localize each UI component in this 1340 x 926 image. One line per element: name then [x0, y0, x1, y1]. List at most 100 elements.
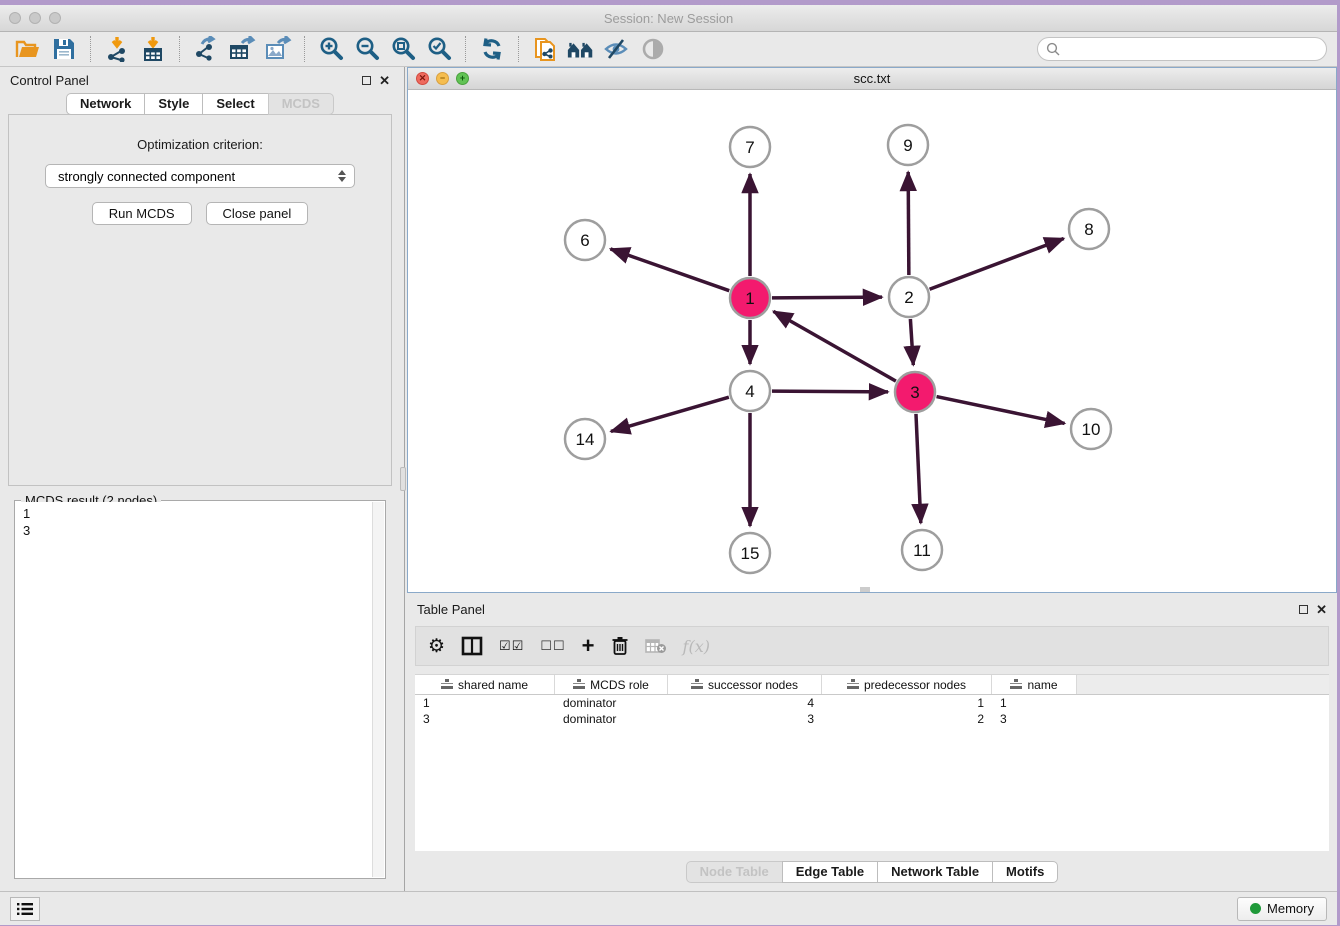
duplicate-network-icon[interactable]	[530, 35, 560, 63]
window-resize-grip[interactable]	[860, 587, 870, 592]
table-float-panel-icon[interactable]	[1299, 605, 1308, 614]
graph-edge-4-3[interactable]	[772, 391, 888, 392]
graph-edge-3-11[interactable]	[916, 414, 921, 523]
svg-text:1: 1	[745, 289, 754, 308]
export-network-icon[interactable]	[191, 35, 221, 63]
export-image-icon[interactable]	[263, 35, 293, 63]
tab-edge-table[interactable]: Edge Table	[782, 861, 878, 883]
splitter-grip[interactable]	[400, 467, 406, 491]
search-field[interactable]	[1037, 37, 1327, 61]
tab-style[interactable]: Style	[144, 93, 203, 115]
network-window-titlebar[interactable]: ✕ − + scc.txt	[408, 68, 1336, 90]
refresh-icon[interactable]	[477, 35, 507, 63]
column-header-MCDS-role[interactable]: MCDS role	[555, 675, 668, 694]
graph-node-9[interactable]: 9	[888, 125, 928, 165]
show-all-icon[interactable]	[638, 35, 668, 63]
zoom-selected-icon[interactable]	[424, 35, 454, 63]
delete-column-trash-icon[interactable]	[611, 632, 629, 660]
graph-edge-2-8[interactable]	[930, 239, 1064, 290]
run-mcds-button[interactable]: Run MCDS	[92, 202, 192, 225]
table-cell[interactable]: 3	[992, 711, 1077, 727]
tab-network-table[interactable]: Network Table	[877, 861, 993, 883]
graph-node-10[interactable]: 10	[1071, 409, 1111, 449]
mcds-result-list[interactable]: 13	[16, 502, 372, 877]
mcds-result-item: 1	[23, 505, 365, 522]
graph-edge-2-3[interactable]	[910, 319, 913, 365]
table-cell[interactable]: 3	[668, 711, 822, 727]
zoom-in-icon[interactable]	[316, 35, 346, 63]
window-title: Session: New Session	[0, 11, 1337, 26]
column-label: successor nodes	[708, 678, 798, 692]
column-header-shared-name[interactable]: shared name	[415, 675, 555, 694]
import-network-icon[interactable]	[102, 35, 132, 63]
deselect-all-icon[interactable]: ☐☐	[540, 632, 565, 660]
table-cell[interactable]: 1	[992, 695, 1077, 711]
mcds-panel: Optimization criterion: strongly connect…	[8, 114, 392, 486]
table-row[interactable]: 1dominator411	[415, 695, 1329, 711]
close-panel-button[interactable]: Close panel	[206, 202, 309, 225]
graph-node-7[interactable]: 7	[730, 127, 770, 167]
tab-node-table[interactable]: Node Table	[686, 861, 783, 883]
graph-edge-2-9[interactable]	[908, 172, 909, 275]
result-scrollbar[interactable]	[372, 502, 384, 877]
memory-button[interactable]: Memory	[1237, 897, 1327, 921]
show-columns-icon[interactable]	[461, 632, 483, 660]
hide-selected-icon[interactable]	[602, 35, 632, 63]
graph-edge-4-14[interactable]	[611, 397, 729, 431]
graph-node-4[interactable]: 4	[730, 371, 770, 411]
svg-text:15: 15	[741, 544, 760, 563]
mcds-result-item: 3	[23, 522, 365, 539]
graph-node-11[interactable]: 11	[902, 530, 942, 570]
graph-edge-3-1[interactable]	[773, 311, 895, 381]
export-table-icon[interactable]	[227, 35, 257, 63]
graph-node-6[interactable]: 6	[565, 220, 605, 260]
zoom-out-icon[interactable]	[352, 35, 382, 63]
column-type-icon	[573, 679, 585, 690]
graph-edge-3-10[interactable]	[937, 397, 1065, 424]
table-close-panel-icon[interactable]: ✕	[1316, 605, 1327, 614]
header-filler	[1077, 675, 1329, 694]
save-session-icon[interactable]	[49, 35, 79, 63]
network-graph[interactable]: 7 9 6 8 1 2 4 3 14 10 15 11	[408, 90, 1336, 592]
table-cell[interactable]: 1	[415, 695, 555, 711]
network-canvas[interactable]: 7 9 6 8 1 2 4 3 14 10 15 11	[408, 90, 1336, 592]
open-file-icon[interactable]	[13, 35, 43, 63]
float-panel-icon[interactable]	[362, 76, 371, 85]
search-input[interactable]	[1065, 42, 1318, 56]
table-cell[interactable]: dominator	[555, 711, 668, 727]
column-header-predecessor-nodes[interactable]: predecessor nodes	[822, 675, 992, 694]
select-all-icon[interactable]: ☑☑	[499, 632, 524, 660]
svg-text:3: 3	[910, 383, 919, 402]
tab-motifs[interactable]: Motifs	[992, 861, 1058, 883]
table-settings-gear-icon[interactable]: ⚙	[428, 632, 445, 660]
table-cell[interactable]: 1	[822, 695, 992, 711]
table-cell[interactable]: 2	[822, 711, 992, 727]
table-panel: Table Panel ✕ ⚙ ☑☑ ☐☐ +	[407, 596, 1337, 891]
column-label: shared name	[458, 678, 528, 692]
table-row[interactable]: 3dominator323	[415, 711, 1329, 727]
task-history-button[interactable]	[10, 897, 40, 921]
create-column-icon[interactable]: +	[582, 632, 595, 660]
column-header-name[interactable]: name	[992, 675, 1077, 694]
tab-select[interactable]: Select	[202, 93, 268, 115]
criterion-select[interactable]: strongly connected component	[45, 164, 355, 188]
table-cell[interactable]: dominator	[555, 695, 668, 711]
graph-node-15[interactable]: 15	[730, 533, 770, 573]
table-cell[interactable]: 3	[415, 711, 555, 727]
zoom-fit-icon[interactable]	[388, 35, 418, 63]
table-cell[interactable]: 4	[668, 695, 822, 711]
tab-mcds[interactable]: MCDS	[268, 93, 334, 115]
column-header-successor-nodes[interactable]: successor nodes	[668, 675, 822, 694]
graph-edge-1-2[interactable]	[772, 297, 882, 298]
graph-node-1[interactable]: 1	[730, 278, 770, 318]
panel-splitter[interactable]	[400, 67, 407, 891]
first-neighbors-icon[interactable]	[566, 35, 596, 63]
graph-node-2[interactable]: 2	[889, 277, 929, 317]
import-table-icon[interactable]	[138, 35, 168, 63]
graph-node-8[interactable]: 8	[1069, 209, 1109, 249]
graph-node-14[interactable]: 14	[565, 419, 605, 459]
graph-node-3[interactable]: 3	[895, 372, 935, 412]
graph-edge-1-6[interactable]	[610, 249, 729, 291]
tab-network[interactable]: Network	[66, 93, 145, 115]
close-panel-icon[interactable]: ✕	[379, 76, 390, 85]
